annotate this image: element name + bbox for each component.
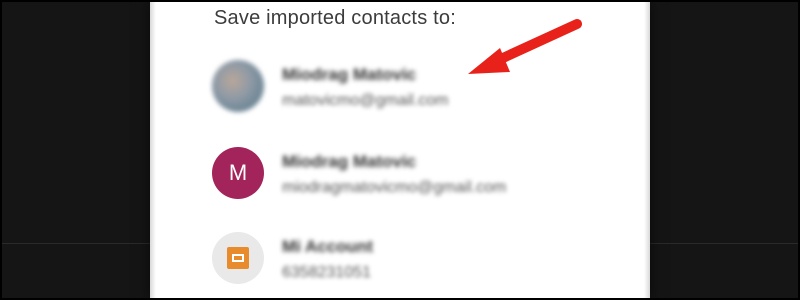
account-text: Miodrag Matovic matovicmo@gmail.com [282, 62, 449, 114]
background-divider-right [650, 243, 800, 244]
dialog-title: Save imported contacts to: [214, 7, 456, 29]
background-right [650, 0, 800, 300]
background-left [0, 0, 150, 300]
account-text: Miodrag Matovic miodragmatovicmo@gmail.c… [282, 149, 506, 201]
account-text: Mi Account 6358231051 [282, 234, 373, 286]
account-email: miodragmatovicmo@gmail.com [282, 179, 507, 196]
avatar-mi [212, 232, 264, 284]
account-name: Miodrag Matovic [282, 65, 417, 84]
avatar-photo [212, 60, 264, 112]
account-name: Mi Account [282, 237, 373, 256]
background-divider-left [0, 243, 150, 244]
mi-logo-icon [227, 247, 249, 269]
red-arrow-icon [468, 19, 582, 74]
account-name: Miodrag Matovic [282, 152, 417, 171]
account-email: matovicmo@gmail.com [282, 92, 449, 109]
avatar-letter: M [212, 147, 264, 199]
account-email: 6358231051 [282, 264, 371, 281]
